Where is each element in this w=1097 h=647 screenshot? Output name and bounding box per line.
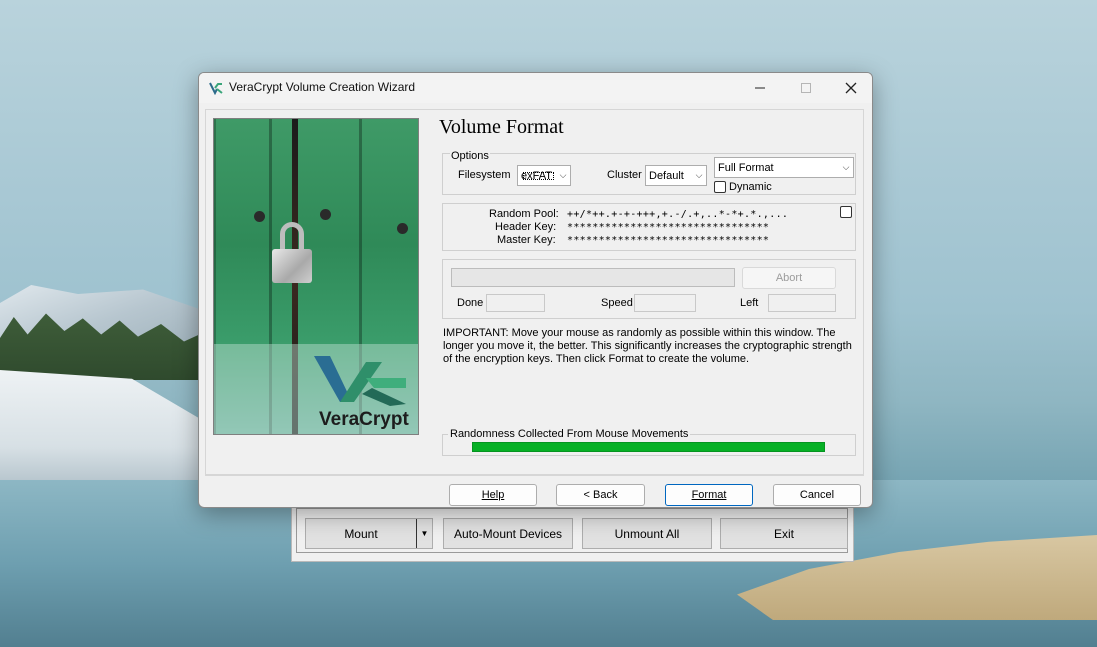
format-button-label: Format [691,489,727,501]
page-title: Volume Format [439,116,564,138]
done-field [486,294,545,312]
time-left-field [768,294,836,312]
options-group-label: Options [450,150,490,162]
random-pool-value: ++/*++.+-+-+++,+.-/.+,..*-*+.*.,... [567,209,789,220]
exit-button[interactable]: Exit [720,518,848,549]
randomness-progress-bar [472,442,825,452]
filesystem-select[interactable]: exFAT ⌵ [517,165,571,186]
cancel-button-label: Cancel [799,489,835,501]
mount-button[interactable]: Mount ▼ [305,518,433,549]
chevron-down-icon: ⌵ [695,170,703,180]
back-button-label: < Back [583,489,618,501]
done-label: Done [457,297,484,309]
window-title: VeraCrypt Volume Creation Wizard [229,80,416,94]
important-notice: IMPORTANT: Move your mouse as randomly a… [443,327,852,365]
title-bar[interactable]: VeraCrypt Volume Creation Wizard [199,73,872,103]
filesystem-label: Filesystem [458,169,511,181]
randomness-label: Randomness Collected From Mouse Movement… [448,428,691,440]
show-keys-checkbox[interactable] [840,206,852,218]
close-button[interactable] [828,73,872,103]
mount-dropdown-arrow-icon[interactable]: ▼ [416,519,432,548]
help-button-label: Help [481,489,505,501]
cluster-value: Default [649,169,684,182]
button-separator [205,475,864,476]
minimize-button[interactable] [737,73,783,103]
padlock-shackle [280,222,304,252]
snowbank [0,370,220,480]
close-icon [845,82,857,94]
filesystem-value: exFAT [521,170,556,182]
padlock-icon [272,249,312,283]
format-progress-bar [451,268,735,287]
speed-label: Speed [601,297,633,309]
chevron-down-icon: ⌵ [842,162,850,172]
bolt [397,223,408,234]
format-mode-value: Full Format [718,161,774,174]
master-key-label: Master Key: [497,234,556,246]
veracrypt-logo-text: VeraCrypt [319,409,409,430]
left-label: Left [740,297,759,309]
format-mode-select[interactable]: Full Format ⌵ [714,157,854,178]
dynamic-checkbox[interactable] [714,181,726,193]
veracrypt-logo-mark-icon [314,356,406,406]
format-button[interactable]: Format [665,484,753,506]
bolt [254,211,265,222]
header-key-label: Header Key: [495,221,557,233]
mount-button-label: Mount [344,526,378,541]
maximize-icon [801,83,811,93]
cancel-button[interactable]: Cancel [773,484,861,506]
help-button[interactable]: Help [449,484,537,506]
bolt [320,209,331,220]
speed-field [634,294,696,312]
volume-creation-wizard-dialog: VeraCrypt Volume Creation Wizard VeraCry… [198,72,873,508]
master-key-value: ******************************** [567,235,770,246]
wizard-side-image: VeraCrypt [213,118,419,435]
random-pool-label: Random Pool: [489,208,559,220]
dynamic-label: Dynamic [729,181,772,193]
maximize-button [783,73,829,103]
veracrypt-logo-icon [209,82,223,95]
auto-mount-devices-button[interactable]: Auto-Mount Devices [443,518,573,549]
minimize-icon [755,87,765,89]
cluster-label: Cluster [607,169,642,181]
abort-button[interactable]: Abort [742,267,836,289]
cluster-select[interactable]: Default ⌵ [645,165,707,186]
main-button-panel: Mount ▼ Auto-Mount Devices Unmount All E… [296,508,848,553]
chevron-down-icon: ⌵ [559,170,567,180]
back-button[interactable]: < Back [556,484,645,506]
unmount-all-button[interactable]: Unmount All [582,518,712,549]
header-key-value: ******************************** [567,222,770,233]
